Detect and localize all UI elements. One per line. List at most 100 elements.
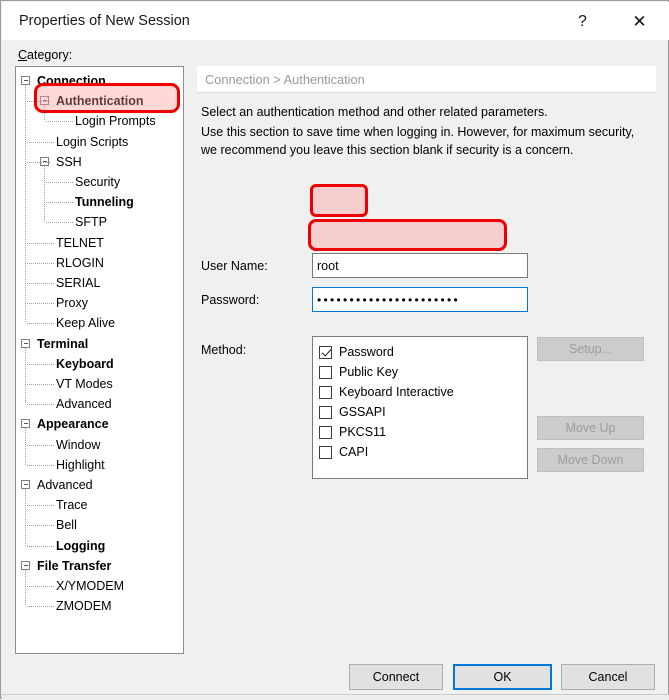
ok-button[interactable]: OK	[453, 664, 552, 690]
close-icon: ✕	[632, 12, 647, 31]
tree-guide-line	[27, 384, 54, 385]
tree-item-label: Window	[56, 437, 101, 452]
tree-guide-line	[25, 489, 26, 546]
clipped-bottom-strip	[2, 694, 669, 700]
connect-button[interactable]: Connect	[349, 664, 443, 690]
help-button[interactable]: ?	[560, 3, 605, 40]
tree-item-label: Bell	[56, 518, 77, 533]
tree-item-label: Appearance	[37, 417, 109, 432]
checkbox-checked-icon[interactable]	[319, 345, 332, 359]
tree-item-login-prompts[interactable]: Login Prompts	[16, 111, 183, 131]
tree-guide-line	[27, 262, 54, 264]
method-option-capi[interactable]: CAPI	[319, 442, 527, 462]
tree-item-label: Keyboard	[56, 356, 114, 371]
method-option-public-key[interactable]: Public Key	[319, 362, 527, 382]
tree-expander-icon[interactable]	[21, 560, 30, 570]
method-option-label: GSSAPI	[339, 404, 386, 419]
setup-button[interactable]: Setup...	[537, 337, 644, 361]
method-option-password[interactable]: Password	[319, 342, 527, 362]
checkbox-unchecked-icon[interactable]	[319, 425, 332, 439]
close-button[interactable]: ✕	[617, 3, 662, 40]
username-input[interactable]	[312, 253, 528, 278]
tree-item-label: Advanced	[37, 478, 93, 492]
breadcrumb-bar: Connection > Authentication	[197, 66, 656, 93]
tree-guide-line	[46, 182, 73, 183]
question-mark-icon: ?	[578, 12, 587, 30]
tree-guide-line	[46, 222, 73, 224]
tree-item-label: Security	[75, 175, 121, 189]
tree-item-label: Login Prompts	[75, 114, 156, 129]
tree-guide-line	[27, 505, 54, 507]
tree-item-label: Terminal	[37, 336, 89, 351]
password-input[interactable]	[312, 287, 528, 312]
tree-item-file-transfer[interactable]: File Transfer	[16, 556, 183, 576]
move-down-button[interactable]: Move Down	[537, 448, 644, 472]
tree-item-connection[interactable]: Connection	[16, 71, 183, 91]
category-tree[interactable]: Connection Authentication Login Prompts Log…	[15, 66, 184, 654]
tree-guide-line	[46, 121, 73, 123]
tree-item-label: SFTP	[75, 215, 107, 230]
tree-guide-line	[27, 161, 51, 163]
tree-guide-line	[46, 202, 73, 204]
tree-guide-line	[27, 283, 54, 284]
method-option-gssapi[interactable]: GSSAPI	[319, 402, 527, 422]
tree-expander-icon[interactable]	[21, 338, 30, 348]
tree-guide-line	[27, 404, 54, 406]
method-option-pkcs11[interactable]: PKCS11	[319, 422, 527, 442]
settings-pane: Connection > Authentication Select an au…	[197, 66, 656, 654]
checkbox-unchecked-icon[interactable]	[319, 365, 332, 379]
tree-item-label: X/YMODEM	[56, 579, 125, 593]
method-option-label: CAPI	[339, 444, 369, 459]
tree-item-label: File Transfer	[37, 558, 112, 573]
tree-item-label: Tunneling	[75, 195, 134, 210]
window-title: Properties of New Session	[19, 13, 190, 29]
cancel-button[interactable]: Cancel	[561, 664, 655, 690]
method-option-keyboard-interactive[interactable]: Keyboard Interactive	[319, 382, 527, 402]
tree-guide-line	[27, 363, 54, 365]
tree-guide-line	[27, 586, 54, 587]
description-line-2: Use this section to save time when loggi…	[201, 125, 635, 157]
checkbox-unchecked-icon[interactable]	[319, 385, 332, 399]
tree-guide-line	[27, 606, 54, 608]
tree-item-security[interactable]: Security	[16, 172, 183, 192]
tree-item-terminal[interactable]: Terminal	[16, 334, 183, 354]
tree-item-label: Connection	[37, 74, 106, 88]
checkbox-unchecked-icon[interactable]	[319, 445, 332, 459]
method-option-label: Password	[339, 344, 394, 359]
tree-item-label: Login Scripts	[56, 134, 129, 149]
tree-item-label: ZMODEM	[56, 599, 112, 614]
tree-guide-line	[25, 569, 26, 607]
tree-item-label: Authentication	[56, 94, 144, 109]
tree-item-appearance[interactable]: Appearance	[16, 414, 183, 434]
tree-guide-line	[25, 85, 26, 324]
tree-guide-line	[25, 347, 26, 405]
tree-expander-icon[interactable]	[21, 480, 30, 489]
tree-item-label: Advanced	[56, 397, 112, 412]
method-option-label: Public Key	[339, 364, 399, 379]
breadcrumb: Connection > Authentication	[205, 72, 365, 87]
category-label-rest: ategory:	[27, 48, 73, 62]
category-accesskey: C	[18, 48, 28, 62]
tree-guide-line	[44, 165, 45, 223]
checkbox-unchecked-icon[interactable]	[319, 405, 332, 419]
tree-guide-line	[27, 141, 54, 143]
title-bar: Properties of New Session ? ✕	[2, 2, 669, 40]
tree-item-label: Highlight	[56, 457, 105, 472]
username-label: User Name:	[201, 259, 268, 273]
tree-item-label: RLOGIN	[56, 255, 104, 270]
tree-expander-icon[interactable]	[21, 419, 30, 429]
tree-item-advanced[interactable]: Advanced	[16, 475, 183, 495]
move-up-button[interactable]: Move Up	[537, 416, 644, 440]
method-listbox[interactable]: Password Public Key Keyboard Interactive GS…	[312, 336, 528, 479]
tree-item-label: SSH	[56, 154, 82, 169]
tree-guide-line	[27, 323, 54, 325]
tree-item-label: Logging	[56, 538, 106, 553]
tree-item-tunneling[interactable]: Tunneling	[16, 192, 183, 212]
tree-item-label: Trace	[56, 498, 88, 513]
method-option-label: PKCS11	[339, 424, 387, 439]
description-line-1: Select an authentication method and othe…	[201, 105, 548, 119]
tree-guide-line	[27, 101, 51, 103]
tree-expander-icon[interactable]	[21, 76, 30, 85]
tree-item-sftp[interactable]: SFTP	[16, 212, 183, 232]
method-label: Method:	[201, 343, 247, 357]
